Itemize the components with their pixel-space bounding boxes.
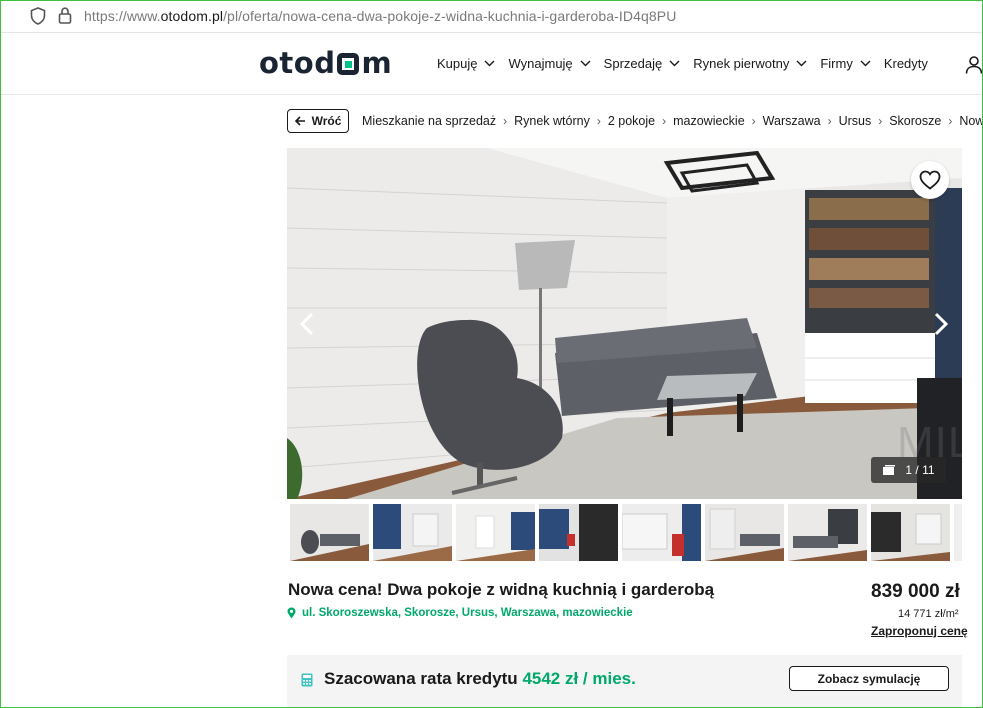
chevron-right-icon: › xyxy=(596,114,601,128)
thumbnail[interactable] xyxy=(788,504,867,561)
nav-label: Wynajmuję xyxy=(508,56,573,71)
main-nav: Kupuję Wynajmuję Sprzedaję Rynek pierwot… xyxy=(437,56,941,71)
chevron-right-icon: › xyxy=(751,114,756,128)
thumbnail[interactable] xyxy=(954,504,962,561)
nav-item-kupuje[interactable]: Kupuję xyxy=(437,56,495,71)
thumbnail[interactable] xyxy=(456,504,535,561)
main-photo[interactable]: MILTON xyxy=(287,148,962,499)
calculator-icon xyxy=(301,673,313,687)
url-host: otodom.pl xyxy=(160,8,224,24)
chevron-down-icon xyxy=(796,60,807,67)
listing-title: Nowa cena! Dwa pokoje z widną kuchnią i … xyxy=(288,580,715,599)
listing-location[interactable]: ul. Skoroszewska, Skorosze, Ursus, Warsz… xyxy=(287,607,633,619)
breadcrumb-item[interactable]: mazowieckie xyxy=(673,114,745,128)
favorite-button[interactable] xyxy=(911,161,949,199)
location-text: ul. Skoroszewska, Skorosze, Ursus, Warsz… xyxy=(302,607,633,619)
gallery-prev-arrow-icon[interactable] xyxy=(298,311,316,337)
thumbnail-strip xyxy=(287,504,962,562)
breadcrumb-item[interactable]: Mieszkanie na sprzedaż xyxy=(362,114,496,128)
thumbnail[interactable] xyxy=(871,504,950,561)
arrow-left-icon xyxy=(294,116,305,126)
chevron-down-icon xyxy=(860,60,871,67)
chevron-right-icon: › xyxy=(948,114,953,128)
url-text[interactable]: https://www.otodom.pl/pl/oferta/nowa-cen… xyxy=(84,8,676,24)
chevron-down-icon xyxy=(580,60,591,67)
url-path: /pl/oferta/nowa-cena-dwa-pokoje-z-widna-… xyxy=(223,8,677,24)
nav-label: Kredyty xyxy=(883,56,928,71)
user-icon[interactable] xyxy=(965,56,983,74)
address-bar[interactable]: https://www.otodom.pl/pl/oferta/nowa-cen… xyxy=(0,0,983,33)
breadcrumb-item[interactable]: Nowa cena! xyxy=(959,114,983,128)
thumbnail[interactable] xyxy=(705,504,784,561)
url-prefix: https://www. xyxy=(84,8,161,24)
lock-icon[interactable] xyxy=(58,7,72,24)
map-pin-icon xyxy=(287,607,296,619)
logo-text-right: m xyxy=(361,46,393,80)
nav-label: Rynek pierwotny xyxy=(693,56,790,71)
thumbnail[interactable] xyxy=(290,504,369,561)
chevron-down-icon xyxy=(669,60,680,67)
nav-item-wynajmuje[interactable]: Wynajmuję xyxy=(508,56,591,71)
breadcrumb-item[interactable]: Rynek wtórny xyxy=(514,114,590,128)
chevron-right-icon: › xyxy=(827,114,832,128)
otodom-logo[interactable]: otod m xyxy=(259,48,392,78)
breadcrumb-item[interactable]: Skorosze xyxy=(889,114,941,128)
price-per-m2: 14 771 zł/m² xyxy=(898,608,959,620)
thumbnail[interactable] xyxy=(539,504,618,561)
thumbnail[interactable] xyxy=(622,504,701,561)
credit-value: 4542 zł / mies. xyxy=(522,669,636,688)
nav-label: Kupuję xyxy=(437,56,478,71)
nav-item-firmy[interactable]: Firmy xyxy=(820,56,871,71)
propose-price-link[interactable]: Zaproponuj cenę xyxy=(871,624,968,638)
breadcrumb-item[interactable]: Warszawa xyxy=(763,114,821,128)
chevron-right-icon: › xyxy=(878,114,883,128)
back-label: Wróć xyxy=(311,114,342,128)
counter-text: 1 / 11 xyxy=(905,463,935,477)
heart-icon xyxy=(919,170,941,190)
back-button[interactable]: Wróć xyxy=(287,109,349,133)
credit-label-text: Szacowana rata kredytu xyxy=(324,669,518,688)
logo-text-left: otod xyxy=(259,46,336,80)
credit-estimate-box: Szacowana rata kredytu 4542 zł / mies. Z… xyxy=(287,655,962,708)
thumbnail[interactable] xyxy=(373,504,452,561)
nav-item-kredyty[interactable]: Kredyty xyxy=(884,56,928,71)
photos-icon xyxy=(883,465,896,475)
breadcrumb-item[interactable]: Ursus xyxy=(839,114,872,128)
breadcrumb: Mieszkanie na sprzedaż › Rynek wtórny › 2 … xyxy=(362,114,983,128)
breadcrumb-item[interactable]: 2 pokoje xyxy=(608,114,655,128)
site-header: otod m Kupuję Wynajmuję Sprzedaję Rynek p… xyxy=(0,34,983,95)
nav-item-rynek-pierwotny[interactable]: Rynek pierwotny xyxy=(693,56,807,71)
see-simulation-button[interactable]: Zobacz symulację xyxy=(789,666,949,691)
gallery-next-arrow-icon[interactable] xyxy=(932,311,950,337)
shield-icon[interactable] xyxy=(30,7,46,25)
chevron-right-icon: › xyxy=(503,114,508,128)
living-room-photo xyxy=(287,148,962,499)
chevron-right-icon: › xyxy=(662,114,667,128)
nav-label: Sprzedaję xyxy=(603,56,663,71)
logo-house-mark xyxy=(337,53,360,75)
listing-price: 839 000 zł xyxy=(871,581,960,602)
nav-label: Firmy xyxy=(820,56,853,71)
chevron-down-icon xyxy=(484,60,495,67)
nav-item-sprzedaje[interactable]: Sprzedaję xyxy=(604,56,681,71)
credit-label: Szacowana rata kredytu 4542 zł / mies. xyxy=(324,669,636,689)
photo-counter[interactable]: 1 / 11 xyxy=(871,457,946,483)
